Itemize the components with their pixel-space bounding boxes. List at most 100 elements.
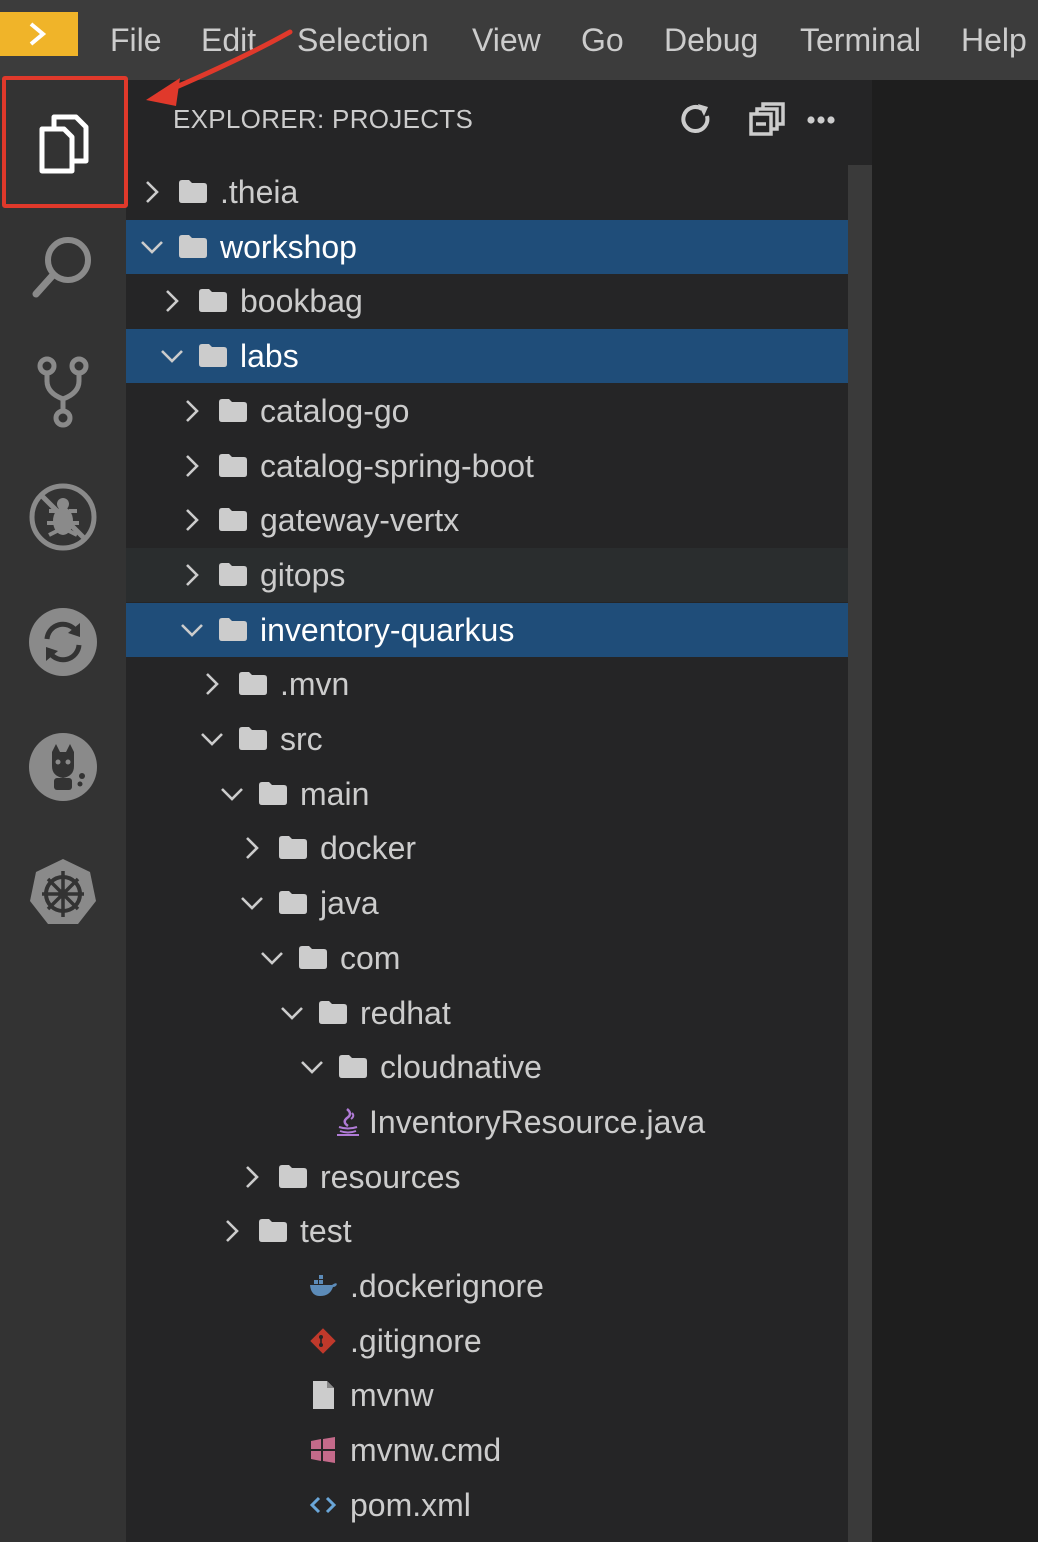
tree-folder-inventory-quarkus[interactable]: inventory-quarkus (126, 602, 872, 657)
tree-item-label: cloudnative (380, 1049, 542, 1086)
chevron-right-icon[interactable] (159, 288, 185, 314)
editor-area (872, 80, 1038, 1542)
tree-folder-labs[interactable]: labs (126, 329, 872, 384)
chevron-right-icon[interactable] (179, 453, 205, 479)
tree-folder-gitops[interactable]: gitops (126, 547, 872, 602)
tree-folder-catalog-spring-boot[interactable]: catalog-spring-boot (126, 439, 872, 493)
sync-icon (29, 608, 97, 676)
explorer-icon (39, 114, 89, 174)
tree-folder-java[interactable]: java (126, 876, 872, 930)
chevron-down-icon[interactable] (179, 617, 205, 643)
folder-icon (219, 453, 247, 477)
chevron-down-icon[interactable] (299, 1054, 325, 1080)
tree-folder-workshop[interactable]: workshop (126, 219, 872, 274)
folder-icon (179, 180, 207, 203)
folder-icon (199, 289, 227, 313)
tree-folder-gateway-vertx[interactable]: gateway-vertx (126, 493, 872, 547)
menu-view[interactable]: View (472, 18, 541, 62)
tree-folder-resources[interactable]: resources (126, 1150, 872, 1204)
plugins-button[interactable] (13, 717, 113, 817)
chevron-right-icon[interactable] (179, 507, 205, 533)
chevron-down-icon[interactable] (239, 890, 265, 916)
folder-icon (219, 398, 247, 422)
file-icon (313, 1381, 334, 1410)
theia-logo[interactable] (0, 12, 78, 56)
more-actions-button[interactable] (799, 98, 843, 142)
tree-item-label: test (300, 1213, 352, 1250)
tree-folder-test[interactable]: test (126, 1204, 872, 1258)
menu-file[interactable]: File (110, 18, 162, 62)
tree-item-label: workshop (220, 228, 357, 265)
source-control-icon (37, 356, 89, 428)
tree-file-mvnw[interactable]: mvnw (126, 1368, 872, 1422)
source-control-button[interactable] (13, 342, 113, 442)
tree-folder-mvn[interactable]: .mvn (126, 657, 872, 711)
collapse-all-icon (749, 102, 785, 136)
search-button[interactable] (13, 217, 113, 317)
tree-item-label: src (280, 721, 323, 757)
chevron-right-icon[interactable] (179, 562, 205, 588)
tree-folder-com[interactable]: com (126, 931, 872, 985)
folder-icon (259, 781, 287, 805)
tree-folder-bookbag[interactable]: bookbag (126, 274, 872, 328)
tree-file-mvnw-cmd[interactable]: mvnw.cmd (126, 1423, 872, 1477)
debug-button[interactable] (13, 467, 113, 567)
tree-folder-cloudnative[interactable]: cloudnative (126, 1040, 872, 1094)
chevron-down-icon[interactable] (259, 945, 285, 971)
debug-icon (29, 483, 97, 551)
tree-item-label: bookbag (240, 283, 363, 320)
collapse-all-button[interactable] (745, 98, 789, 142)
tree-folder-main[interactable]: main (126, 767, 872, 821)
explorer-button[interactable] (13, 93, 113, 193)
tree-item-label: .gitignore (350, 1322, 482, 1359)
chevron-down-icon[interactable] (219, 781, 245, 807)
kubernetes-button[interactable] (13, 842, 113, 942)
menu-selection[interactable]: Selection (297, 18, 429, 62)
chevron-right-icon[interactable] (179, 398, 205, 424)
tree-item-label: mvnw.cmd (350, 1432, 502, 1469)
menu-go[interactable]: Go (581, 18, 624, 62)
folder-icon (219, 617, 247, 641)
folder-icon (299, 945, 327, 969)
tree-item-label: resources (320, 1158, 461, 1195)
refresh-button[interactable] (675, 98, 719, 142)
folder-icon (279, 1164, 307, 1188)
folder-icon (179, 234, 207, 258)
tree-folder-theia[interactable]: .theia (126, 165, 872, 219)
tree-folder-redhat[interactable]: redhat (126, 986, 872, 1040)
menu-edit[interactable]: Edit (201, 18, 256, 62)
tree-folder-src[interactable]: src (126, 712, 872, 766)
activity-bar (0, 80, 126, 1542)
menu-terminal[interactable]: Terminal (800, 18, 921, 62)
tree-file-inventoryresource-java[interactable]: InventoryResource.java (126, 1095, 872, 1149)
folder-icon (279, 836, 307, 860)
chevron-right-icon[interactable] (219, 1218, 245, 1244)
chevron-down-icon[interactable] (279, 1000, 305, 1026)
tree-folder-docker[interactable]: docker (126, 821, 872, 875)
folder-icon (279, 891, 307, 915)
chevron-down-icon[interactable] (199, 726, 225, 752)
tree-item-label: com (340, 939, 401, 976)
chevron-down-icon[interactable] (139, 234, 165, 260)
menu-help[interactable]: Help (961, 18, 1027, 62)
search-icon (32, 237, 91, 298)
tree-item-label: pom.xml (350, 1486, 471, 1523)
chevron-right-icon[interactable] (239, 1164, 265, 1190)
tree-folder-catalog-go[interactable]: catalog-go (126, 384, 872, 438)
folder-icon (319, 1000, 347, 1024)
tree-file-gitignore[interactable]: .gitignore (126, 1314, 872, 1368)
explorer-panel: EXPLORER: PROJECTS .theia workshop bookbag… (126, 80, 872, 1542)
tree-scrollbar[interactable] (848, 165, 872, 1542)
tree-file-pom-xml[interactable]: pom.xml (126, 1478, 872, 1532)
tree-item-label: java (320, 885, 379, 922)
chevron-down-icon[interactable] (159, 343, 185, 369)
menu-debug[interactable]: Debug (664, 18, 758, 62)
tree-item-label: main (300, 775, 370, 812)
folder-icon (239, 727, 267, 750)
chevron-right-icon[interactable] (139, 179, 165, 205)
tree-item-label: docker (320, 830, 417, 867)
tree-file-dockerignore[interactable]: .dockerignore (126, 1259, 872, 1313)
chevron-right-icon[interactable] (199, 671, 225, 697)
sync-button[interactable] (13, 592, 113, 692)
chevron-right-icon[interactable] (239, 835, 265, 861)
